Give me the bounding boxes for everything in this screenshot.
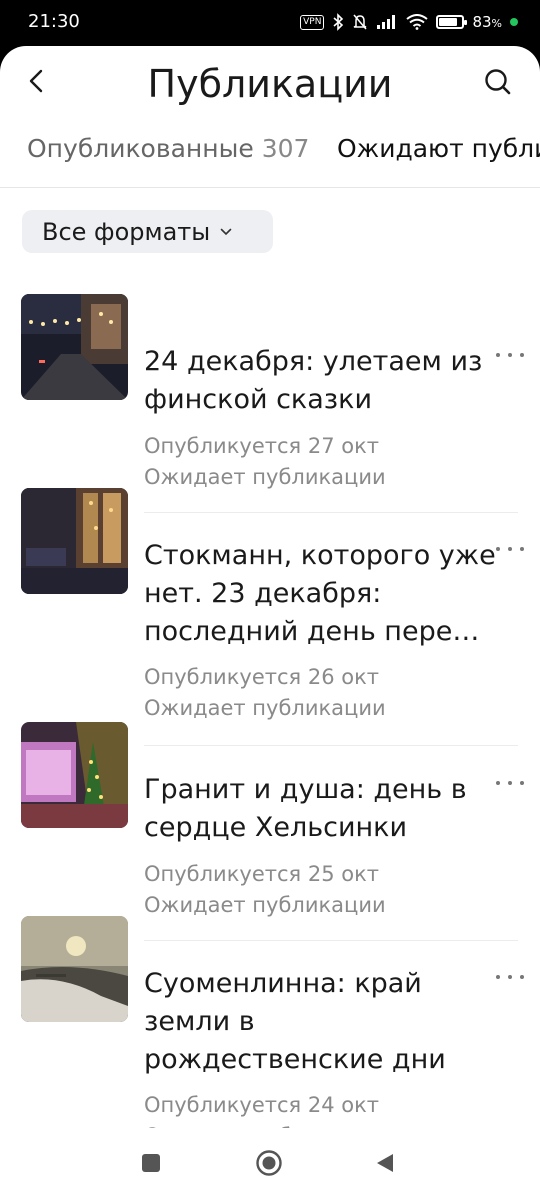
more-dots-icon[interactable]: [496, 346, 524, 364]
search-icon[interactable]: [482, 66, 514, 98]
status-time: 21:30: [28, 11, 80, 32]
item-scheduled: Опубликуется 26 окт: [144, 665, 379, 689]
item-title-line: Суоменлинна: край: [144, 968, 422, 999]
bluetooth-icon: [333, 13, 344, 31]
charging-dot-icon: [510, 18, 518, 26]
thumbnail-image: [21, 488, 128, 594]
format-filter-label: Все форматы: [42, 217, 211, 246]
item-title-block: Суоменлинна: край земли в рождественские…: [144, 965, 496, 1079]
item-scheduled: Опубликуется 27 окт: [144, 434, 379, 458]
thumbnail-image: [21, 722, 128, 828]
battery-level: [439, 18, 458, 26]
signal-icon: [377, 15, 396, 29]
tab-pending[interactable]: Ожидают публи: [337, 134, 540, 163]
status-bar: 21:30 VPN 83%: [0, 0, 540, 46]
item-title-line: нет. 23 декабря:: [144, 578, 382, 609]
home-icon[interactable]: [255, 1149, 283, 1177]
thumbnail-image: [21, 294, 128, 400]
chevron-down-icon: [220, 228, 232, 235]
item-divider: [144, 512, 518, 513]
mute-bell-icon: [353, 14, 368, 30]
battery-percent: 83%: [472, 13, 502, 31]
item-title-block: 24 декабря: улетаем из финской сказки: [144, 343, 496, 419]
more-dots-icon[interactable]: [496, 968, 524, 986]
item-title-line: Гранит и душа: день в: [144, 774, 467, 805]
item-scheduled: Опубликуется 25 окт: [144, 862, 379, 886]
tab-published[interactable]: Опубликованные 307: [27, 134, 309, 163]
item-title-block: Гранит и душа: день в сердце Хельсинки: [144, 771, 496, 847]
format-filter-dropdown[interactable]: Все форматы: [22, 210, 273, 253]
item-title-line: рождественские дни: [144, 1044, 446, 1075]
tab-published-count: 307: [261, 134, 310, 163]
tab-published-label: Опубликованные: [27, 134, 254, 163]
recent-apps-icon[interactable]: [142, 1154, 160, 1172]
item-title-line: 24 декабря: улетаем из: [144, 346, 483, 377]
item-status: Ожидает публикации: [144, 465, 386, 489]
item-divider: [144, 940, 518, 941]
page-title: Публикации: [147, 62, 393, 106]
item-scheduled: Опубликуется 24 окт: [144, 1093, 379, 1117]
battery-icon: [436, 15, 468, 29]
system-nav-bar: [0, 1128, 540, 1200]
item-title-block: Стокманн, которого уже нет. 23 декабря: …: [144, 537, 496, 651]
item-title-line: Стокманн, которого уже: [144, 540, 496, 571]
item-title-line: сердце Хельсинки: [144, 812, 408, 843]
tab-bar: Опубликованные 307 Ожидают публи: [0, 128, 540, 172]
item-title-line: последний день пере…: [144, 616, 480, 647]
thumbnail-image: [21, 916, 128, 1022]
status-icons: VPN 83%: [300, 10, 518, 34]
back-triangle-icon[interactable]: [374, 1152, 396, 1174]
item-status: Ожидает публикации: [144, 696, 386, 720]
top-bar: Публикации: [0, 46, 540, 126]
item-title-line: земли в: [144, 1006, 255, 1037]
more-dots-icon[interactable]: [496, 540, 524, 558]
vpn-icon: VPN: [300, 14, 325, 30]
more-dots-icon[interactable]: [496, 774, 524, 792]
tabs-divider: [0, 187, 540, 188]
item-status: Ожидает публикации: [144, 893, 386, 917]
wifi-icon: [406, 14, 429, 30]
item-divider: [144, 745, 518, 746]
app-screen: Публикации Опубликованные 307 Ожидают пу…: [0, 46, 540, 1200]
item-title-line: финской сказки: [144, 384, 372, 415]
tab-pending-label: Ожидают публи: [337, 134, 540, 163]
